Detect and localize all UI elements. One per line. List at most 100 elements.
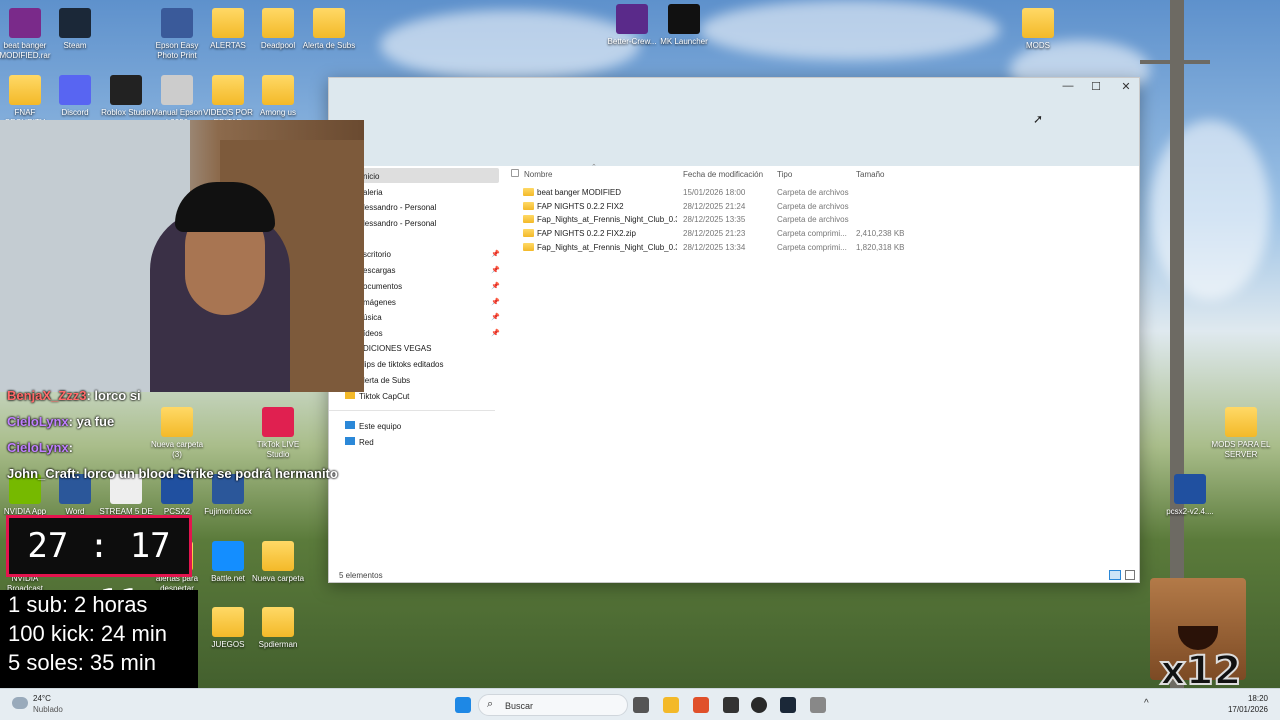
nav-item-label: Tiktok CapCut	[359, 392, 410, 401]
folder-icon	[262, 75, 294, 105]
nav-item[interactable]: aleria	[363, 186, 383, 200]
file-row[interactable]: Fap_Nights_at_Frennis_Night_Club_0.3... 2…	[515, 241, 1235, 254]
desktop-icon[interactable]: Better-Crew...	[602, 4, 662, 47]
steam-icon	[59, 8, 91, 38]
file-explorer-icon[interactable]	[663, 697, 679, 713]
column-header-type[interactable]: Tipo	[777, 170, 792, 179]
obs-icon[interactable]	[723, 697, 739, 713]
details-view-icon[interactable]	[1109, 570, 1121, 580]
folder-icon	[523, 215, 534, 224]
column-header-name[interactable]: Nombre	[524, 170, 552, 179]
nav-item[interactable]: mágenes	[363, 296, 396, 310]
desktop-icon-label: Among us	[259, 108, 297, 117]
nav-item[interactable]: lerta de Subs	[363, 374, 410, 388]
nav-item-network[interactable]: Red	[345, 436, 374, 450]
desktop-icon[interactable]: MK Launcher	[654, 4, 714, 47]
pin-icon[interactable]: 📌	[491, 250, 500, 258]
nav-item[interactable]: ídeos	[363, 327, 383, 341]
battlenet-icon	[212, 541, 244, 571]
explorer-titlebar[interactable]: — ☐ ✕	[329, 78, 1139, 166]
desktop-icon[interactable]: Spdierman	[248, 607, 308, 650]
steam-icon[interactable]	[780, 697, 796, 713]
nav-item[interactable]: scritorio	[363, 248, 391, 262]
taskbar-search[interactable]: ⌕ Buscar	[478, 694, 628, 716]
file-date: 28/12/2025 21:24	[683, 201, 746, 211]
folder-icon	[262, 607, 294, 637]
nav-item-label: lerta de Subs	[363, 376, 411, 385]
nav-item[interactable]: nicio	[363, 170, 379, 184]
nav-item-this-pc[interactable]: Este equipo	[345, 420, 401, 434]
file-explorer-window[interactable]: — ☐ ✕ ➚ nicio aleria lessandro - Personal l…	[328, 77, 1140, 583]
capture-icon[interactable]	[810, 697, 826, 713]
epson-icon	[161, 8, 193, 38]
select-all-checkbox[interactable]	[511, 169, 519, 177]
brave-icon[interactable]	[693, 697, 709, 713]
pin-icon[interactable]: 📌	[491, 282, 500, 290]
nav-item-label: DICIONES VEGAS	[363, 344, 432, 353]
desktop-icon[interactable]: Nueva carpeta (3)	[147, 407, 207, 460]
clock-time[interactable]: 18:20	[1226, 694, 1268, 703]
folder-icon	[262, 541, 294, 571]
weather-temp[interactable]: 24°C	[33, 694, 51, 703]
clock-date[interactable]: 17/01/2026	[1222, 705, 1268, 714]
desktop-icon[interactable]: TikTok LIVE Studio	[248, 407, 308, 460]
nav-item[interactable]: lessandro - Personal	[363, 217, 436, 231]
nav-item[interactable]: lessandro - Personal	[363, 201, 436, 215]
file-row[interactable]: Fap_Nights_at_Frennis_Night_Club_0.3... 2…	[515, 213, 1235, 226]
nav-item-label: ocumentos	[363, 282, 403, 291]
weather-desc[interactable]: Nublado	[33, 705, 63, 714]
close-button[interactable]: ✕	[1111, 80, 1141, 98]
desktop-icon-label: MODS	[1026, 41, 1050, 50]
file-type: Carpeta comprimi...	[777, 229, 847, 239]
folder-icon	[523, 188, 534, 196]
desktop-icon[interactable]: MODS PARA EL SERVER	[1211, 407, 1271, 460]
tiles-view-icon[interactable]	[1125, 570, 1135, 580]
file-row[interactable]: beat banger MODIFIED 15/01/2026 18:00 Carp…	[515, 186, 1235, 199]
pin-icon[interactable]: 📌	[491, 266, 500, 274]
chat-message: John_Craft: lorco un blood Strike se pod…	[7, 466, 338, 481]
column-header-date[interactable]: Fecha de modificación	[683, 170, 763, 179]
weather-icon[interactable]	[12, 697, 28, 709]
webcam-overlay	[0, 120, 364, 392]
search-icon: ⌕	[487, 698, 494, 710]
goal-item: 1 sub: 2 horas	[8, 592, 148, 617]
chat-text: : lorco un blood Strike se podrá hermani…	[75, 466, 338, 481]
file-row[interactable]: FAP NIGHTS 0.2.2 FIX2.zip 28/12/2025 21:2…	[515, 227, 1235, 240]
nav-item[interactable]: DICIONES VEGAS	[363, 342, 431, 356]
nav-item-label: aleria	[363, 188, 383, 197]
desktop-icon-label: Alerta de Subs	[302, 41, 356, 50]
desktop-icon[interactable]: pcsx2-v2.4....	[1160, 474, 1220, 517]
stream-timer: 27 : 17 : 11	[6, 515, 192, 622]
nav-item[interactable]: úsica	[363, 311, 382, 325]
emote-mouth	[1178, 626, 1218, 650]
start-icon[interactable]	[455, 697, 471, 713]
desktop-icon[interactable]: Nueva carpeta	[248, 541, 308, 584]
nav-item-label: scritorio	[363, 250, 392, 259]
desktop-icon[interactable]: Steam	[45, 8, 105, 51]
minimize-button[interactable]: —	[1053, 80, 1083, 98]
nav-divider	[329, 410, 495, 411]
pin-icon[interactable]: 📌	[491, 313, 500, 321]
column-header-size[interactable]: Tamaño	[856, 170, 884, 179]
desktop-icon[interactable]: MODS	[1008, 8, 1068, 51]
nav-item[interactable]: Tiktok CapCut	[345, 390, 409, 404]
nav-item[interactable]: ocumentos	[363, 280, 402, 294]
desktop-icon[interactable]: Alerta de Subs	[299, 8, 359, 51]
desktop-icon[interactable]: Among us	[248, 75, 308, 118]
nav-item[interactable]: lips de tiktoks editados	[363, 358, 444, 372]
nav-item[interactable]: escargas	[363, 264, 395, 278]
nav-item-label: lessandro - Personal	[363, 203, 437, 212]
maximize-button[interactable]: ☐	[1081, 80, 1111, 98]
taskbar: 24°C Nublado ⌕ Buscar ^ 18:20 17/01/2026	[0, 688, 1280, 720]
file-row[interactable]: FAP NIGHTS 0.2.2 FIX2 28/12/2025 21:24 Car…	[515, 200, 1235, 213]
winrar-icon	[9, 8, 41, 38]
chrome-icon[interactable]	[751, 697, 767, 713]
tray-chevron-icon[interactable]: ^	[1144, 698, 1149, 709]
nav-item-label: ídeos	[363, 329, 383, 338]
pin-icon[interactable]: 📌	[491, 329, 500, 337]
subathon-goals: 1 sub: 2 horas 100 kick: 24 min 5 soles:…	[0, 590, 198, 688]
task-view-icon[interactable]	[633, 697, 649, 713]
chat-text: : ya fue	[68, 414, 115, 429]
pin-icon[interactable]: 📌	[491, 298, 500, 306]
nav-item-label: nicio	[363, 172, 380, 181]
